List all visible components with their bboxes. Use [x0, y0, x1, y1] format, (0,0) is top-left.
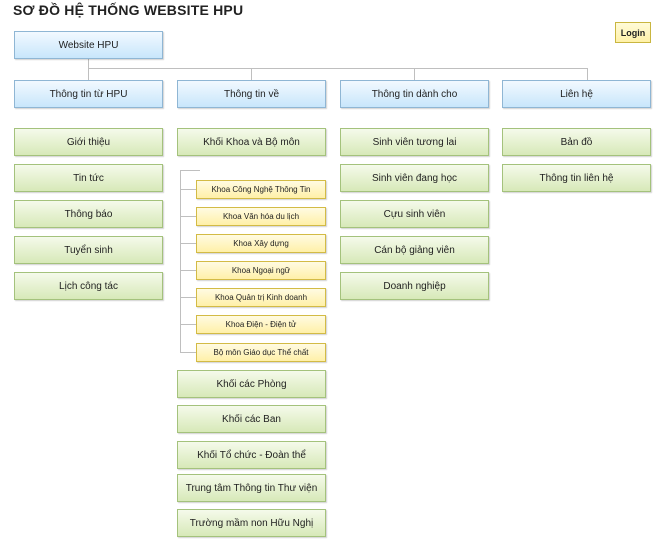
node-kindergarten[interactable]: Trường mầm non Hữu Nghị [177, 509, 326, 537]
node-staff[interactable]: Cán bộ giảng viên [340, 236, 489, 264]
root-node[interactable]: Website HPU [14, 31, 163, 59]
node-news[interactable]: Tin tức [14, 164, 163, 192]
node-future-students[interactable]: Sinh viên tương lai [340, 128, 489, 156]
column-header-contact[interactable]: Liên hệ [502, 80, 651, 108]
connector-col3 [414, 68, 415, 80]
node-library-center[interactable]: Trung tâm Thông tin Thư viện [177, 474, 326, 502]
column-header-hpu-info[interactable]: Thông tin từ HPU [14, 80, 163, 108]
connector-col4 [587, 68, 588, 80]
node-map[interactable]: Bản đồ [502, 128, 651, 156]
node-contact-info[interactable]: Thông tin liên hệ [502, 164, 651, 192]
node-announcements[interactable]: Thông báo [14, 200, 163, 228]
connector-faculty-branch [180, 352, 196, 353]
node-alumni[interactable]: Cựu sinh viên [340, 200, 489, 228]
connector-faculty-vertical [180, 170, 181, 353]
faculty-item[interactable]: Khoa Xây dựng [196, 234, 326, 253]
faculty-item[interactable]: Bộ môn Giáo dục Thể chất [196, 343, 326, 362]
faculty-item[interactable]: Khoa Quản trị Kinh doanh [196, 288, 326, 307]
connector-faculty-branch [180, 270, 196, 271]
node-boards[interactable]: Khối các Ban [177, 405, 326, 433]
node-business[interactable]: Doanh nghiệp [340, 272, 489, 300]
node-organizations[interactable]: Khối Tổ chức - Đoàn thể [177, 441, 326, 469]
node-current-students[interactable]: Sinh viên đang học [340, 164, 489, 192]
faculty-item[interactable]: Khoa Công Nghệ Thông Tin [196, 180, 326, 199]
node-introduction[interactable]: Giới thiệu [14, 128, 163, 156]
connector-col2 [251, 68, 252, 80]
connector-faculty-branch [180, 297, 196, 298]
connector-col1 [88, 68, 89, 80]
connector-faculty-branch [180, 243, 196, 244]
faculty-item[interactable]: Khoa Điện - Điện tử [196, 315, 326, 334]
column-header-for-audience[interactable]: Thông tin dành cho [340, 80, 489, 108]
connector-faculty-branch [180, 189, 196, 190]
page-title: SƠ ĐỒ HỆ THỐNG WEBSITE HPU [13, 2, 244, 18]
node-offices[interactable]: Khối các Phòng [177, 370, 326, 398]
column-header-about[interactable]: Thông tin về [177, 80, 326, 108]
login-button[interactable]: Login [615, 22, 651, 43]
node-work-schedule[interactable]: Lịch công tác [14, 272, 163, 300]
node-faculties-group[interactable]: Khối Khoa và Bộ môn [177, 128, 326, 156]
faculty-item[interactable]: Khoa Văn hóa du lịch [196, 207, 326, 226]
faculty-item[interactable]: Khoa Ngoại ngữ [196, 261, 326, 280]
connector-faculty-branch [180, 324, 196, 325]
connector-horizontal-bar [88, 68, 588, 69]
node-admissions[interactable]: Tuyển sinh [14, 236, 163, 264]
connector-faculty-branch [180, 216, 196, 217]
connector-faculty-top [180, 170, 200, 171]
